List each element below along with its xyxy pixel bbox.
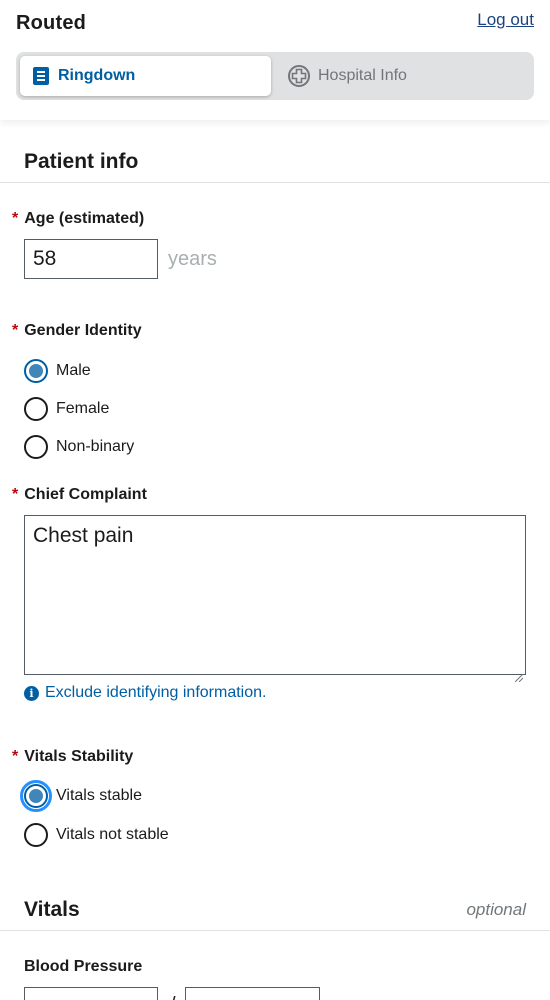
- tab-ringdown[interactable]: Ringdown: [20, 56, 271, 96]
- tab-bar: Ringdown Hospital Info: [16, 52, 534, 100]
- radio-label: Vitals not stable: [56, 826, 169, 843]
- tab-ringdown-label: Ringdown: [58, 67, 136, 84]
- bp-separator: /: [170, 994, 176, 1000]
- gender-option-nonbinary[interactable]: Non-binary: [24, 435, 134, 459]
- chief-complaint-value: Chest pain: [33, 524, 134, 547]
- radio-button[interactable]: [24, 435, 48, 459]
- gender-option-male[interactable]: Male: [24, 359, 91, 383]
- radio-button[interactable]: [24, 397, 48, 421]
- ringdown-icon: [32, 67, 50, 85]
- radio-label: Male: [56, 362, 91, 379]
- optional-label: optional: [466, 900, 526, 919]
- blood-pressure-label: Blood Pressure: [24, 958, 143, 975]
- gender-label: * Gender Identity: [12, 322, 142, 339]
- systolic-input[interactable]: [24, 987, 158, 1000]
- vitals-title: Vitals: [24, 898, 80, 921]
- radio-label: Vitals stable: [56, 787, 142, 804]
- section-divider: [0, 182, 550, 183]
- tab-hospital-info-label: Hospital Info: [318, 67, 407, 84]
- radio-label: Female: [56, 400, 110, 417]
- resize-handle-icon[interactable]: [514, 664, 524, 683]
- chief-complaint-label: * Chief Complaint: [12, 486, 147, 503]
- age-label: * Age (estimated): [12, 210, 145, 227]
- hint-text: Exclude identifying information.: [45, 684, 267, 701]
- vitals-option-stable[interactable]: Vitals stable: [20, 780, 142, 812]
- age-units: years: [168, 248, 217, 270]
- hospital-icon: [288, 65, 310, 87]
- age-input[interactable]: 58: [24, 239, 158, 279]
- radio-button[interactable]: [20, 780, 52, 812]
- radio-button[interactable]: [24, 823, 48, 847]
- tab-hospital-info[interactable]: Hospital Info: [286, 56, 526, 96]
- info-icon: i: [24, 685, 39, 701]
- gender-option-female[interactable]: Female: [24, 397, 109, 421]
- diastolic-input[interactable]: [185, 987, 320, 1000]
- vitals-stability-label: * Vitals Stability: [12, 748, 134, 765]
- logout-link[interactable]: Log out: [477, 10, 534, 30]
- routed-logo: Routed: [16, 12, 87, 34]
- chief-complaint-textarea[interactable]: Chest pain: [24, 515, 526, 683]
- section-divider: [0, 930, 550, 931]
- app-header: Routed Log out Ringdown Hospital Info: [0, 0, 550, 120]
- vitals-option-not-stable[interactable]: Vitals not stable: [24, 823, 169, 847]
- chief-complaint-hint: i Exclude identifying information.: [24, 684, 266, 702]
- radio-button[interactable]: [24, 359, 48, 383]
- radio-label: Non-binary: [56, 438, 135, 455]
- patient-info-title: Patient info: [24, 150, 139, 173]
